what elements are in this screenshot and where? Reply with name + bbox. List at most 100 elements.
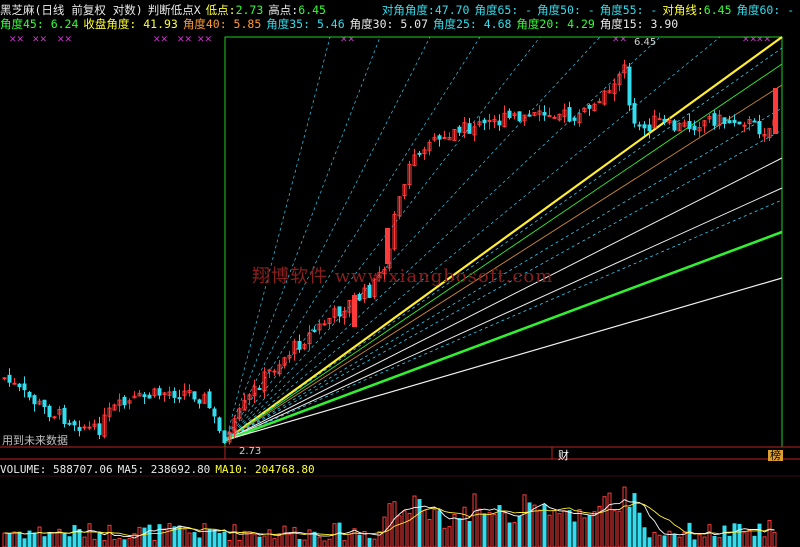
stock-title[interactable]: 黑芝麻(日线 前复权 对数) [0,3,143,17]
angle-40: 角度40: 5.85 [182,17,262,31]
candle-body [467,123,472,134]
signal-marker: ✕✕ [197,35,212,45]
candle-body [672,120,677,131]
volume-bar [542,504,547,547]
candle-body [712,113,717,126]
volume-bar [257,536,262,547]
volume-bar [337,522,342,547]
candle-body [82,426,87,429]
volume-bar [407,512,412,547]
volume-value: VOLUME: 588707.06 [0,463,113,476]
volume-bar [197,537,202,547]
signal-marker: ✕✕ [32,35,47,45]
volume-bar [52,532,57,547]
volume-bar [317,536,322,547]
indicator-line-2: 角度45: 6.24 收盘角度: 41.93 角度40: 5.85 角度35: 5.4… [0,18,678,31]
volume-bar [297,538,302,547]
angle-20: 角度20: 4.29 [516,17,595,31]
candle-body [497,120,502,126]
volume-bar [87,523,92,547]
volume-bar [2,532,7,547]
volume-bar [347,533,352,547]
volume-bar [637,512,642,547]
candle-body [42,399,47,407]
volume-bar [152,539,157,547]
volume-bar [657,534,662,547]
volume-bar [212,529,217,547]
future-data-label: 用到未来数据 [2,434,68,447]
volume-bar [302,539,307,547]
volume-bar [722,525,727,547]
volume-bar [92,538,97,547]
volume-bar [182,528,187,547]
volume-bar [687,522,692,547]
volume-bar [272,538,277,547]
volume-bar [642,527,647,547]
volume-bar [717,537,722,547]
volume-bar [437,510,442,547]
volume-bar [757,523,762,547]
volume-bar [232,524,237,547]
volume-bar [572,521,577,547]
volume-bar [707,524,712,547]
signal-marker: ✕✕ [177,35,192,45]
fan-ray [225,36,721,441]
volume-bar [672,533,677,547]
volume-bar [747,529,752,547]
volume-bar [67,536,72,547]
volume-bar [582,517,587,547]
volume-bar [352,528,357,547]
angle-ray [225,187,783,441]
volume-bar [112,539,117,547]
candle-body [67,422,72,425]
fan-ray [225,36,541,441]
volume-bar [132,533,137,547]
candle-body [647,124,652,132]
angle-ray [225,277,783,441]
candle-body [662,118,667,122]
candle-body [417,152,422,155]
candle-body [267,369,272,372]
volume-bar [342,540,347,547]
volume-bar [412,495,417,547]
volume-bar [207,528,212,547]
volume-bar [12,531,17,547]
angle-30: 角度30: 5.07 [349,17,429,31]
candle-body [757,120,762,135]
volume-bar [697,534,702,547]
volume-bar [252,533,257,547]
candle-body [272,370,277,373]
volume-bar [452,513,457,547]
volume-ma10-line [4,502,775,536]
volume-bar [357,534,362,547]
volume-bars[interactable] [2,486,777,547]
angle-ray [225,157,783,441]
volume-bar [652,532,657,547]
volume-bar [107,524,112,547]
fan-ray [225,36,601,441]
finance-tag[interactable]: 财 [558,450,569,461]
candle-body [437,135,442,140]
volume-bar [662,535,667,547]
candle-body [192,391,197,400]
volume-bar [327,538,332,547]
candle-body [587,104,592,109]
volume-bar [457,517,462,547]
candle-body [722,117,727,124]
volume-bar [192,532,197,547]
volume-bar [427,519,432,547]
candle-body [22,383,27,391]
volume-bar [772,531,777,547]
candle-body [482,119,487,124]
candle-body [547,114,552,117]
ranking-tag[interactable]: 榜 [768,450,783,461]
diag-line-label: 对角线: [662,3,704,17]
signal-marker: ✕✕ [153,35,168,45]
close-angle: 收盘角度: 41.93 [83,17,178,31]
volume-bar [397,515,402,547]
volume-bar [482,513,487,547]
candle-body [77,426,82,431]
candle-body [627,66,632,106]
volume-bar [472,493,477,547]
volume-bar [217,532,222,547]
